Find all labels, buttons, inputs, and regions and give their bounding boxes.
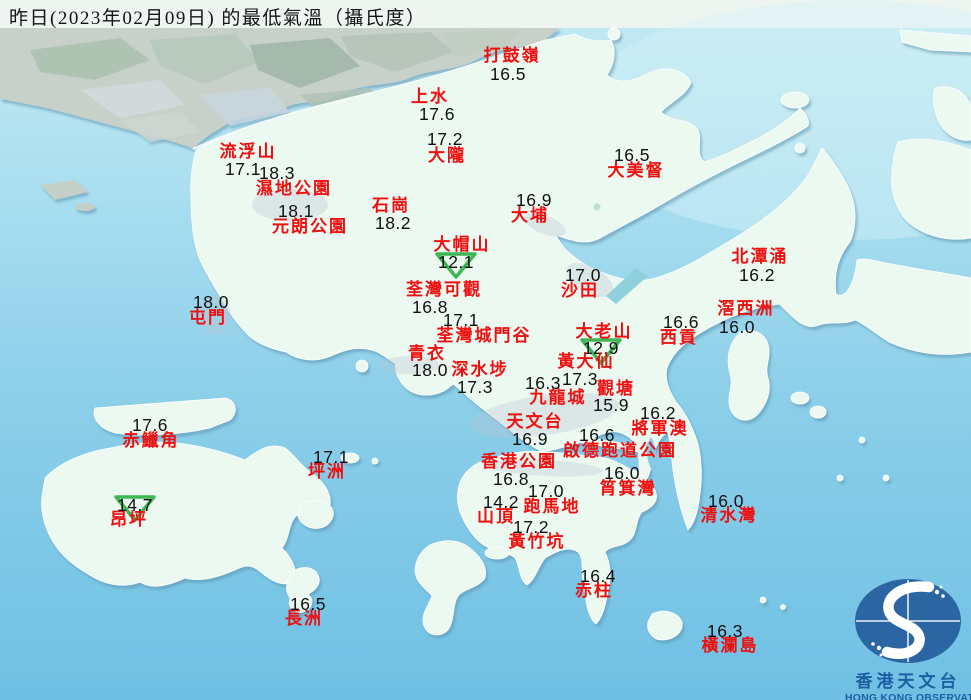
station-temperature: 18.2 — [374, 213, 412, 233]
station-name: 北潭涌 — [731, 247, 789, 266]
station-temperature: 17.0 — [564, 265, 602, 285]
station-temperature: 16.5 — [613, 145, 651, 165]
hko-logo: 香港天文台 HONG KONG OBSERVATORY — [845, 578, 971, 700]
station-temperature: 16.6 — [662, 312, 700, 332]
station-temperature: 16.5 — [489, 64, 527, 84]
station-temperature: 16.0 — [707, 491, 745, 511]
station-temperature: 17.2 — [426, 129, 464, 149]
station-temperature: 17.3 — [456, 377, 494, 397]
station-temperature: 17.1 — [224, 159, 262, 179]
station-temperature: 17.1 — [442, 310, 480, 330]
station-temperature: 16.0 — [603, 463, 641, 483]
station-temperature: 17.2 — [512, 517, 550, 537]
station-temperature: 17.0 — [527, 481, 565, 501]
station-temperature: 16.3 — [524, 373, 562, 393]
station-temperature: 16.8 — [492, 469, 530, 489]
station-temperature: 16.3 — [706, 621, 744, 641]
station-temperature: 18.3 — [258, 163, 296, 183]
station-temperature: 16.5 — [289, 594, 327, 614]
station-temperature: 16.9 — [511, 429, 549, 449]
station-temperature: 17.6 — [131, 415, 169, 435]
station-temperature: 17.1 — [312, 447, 350, 467]
station-temperature: 16.9 — [515, 190, 553, 210]
station-temperature: 15.9 — [592, 395, 630, 415]
station-temperature: 16.0 — [718, 317, 756, 337]
station-temperature: 12.1 — [437, 252, 475, 272]
hko-min-temp-map-page: 昨日(2023年02月09日) 的最低氣溫（攝氏度） 打鼓嶺 16.5 上水 17.6… — [0, 0, 971, 700]
station-temperature: 18.1 — [277, 201, 315, 221]
station-temperature: 16.2 — [639, 403, 677, 423]
hko-logo-chinese: 香港天文台 — [855, 672, 961, 691]
station-temperature: 14.7 — [116, 495, 154, 515]
station-name: 滘西洲 — [717, 299, 775, 318]
station-temperature: 17.6 — [418, 104, 456, 124]
station-name: 打鼓嶺 — [483, 46, 541, 65]
station-temperature: 16.4 — [579, 566, 617, 586]
station-temperature: 17.3 — [561, 369, 599, 389]
hko-logo-icon — [855, 579, 961, 663]
hko-logo-english: HONG KONG OBSERVATORY — [845, 692, 971, 700]
station-temperature: 16.2 — [738, 265, 776, 285]
station-temperature: 16.6 — [578, 425, 616, 445]
station-temperature: 18.0 — [411, 360, 449, 380]
station-temperature: 18.0 — [192, 292, 230, 312]
stations-layer: 打鼓嶺 16.5 上水 17.6 大隴 17.2 流浮山 17.1 濕地公園 18.3 元朗公園 18… — [0, 0, 971, 700]
station-temperature: 14.2 — [482, 492, 520, 512]
